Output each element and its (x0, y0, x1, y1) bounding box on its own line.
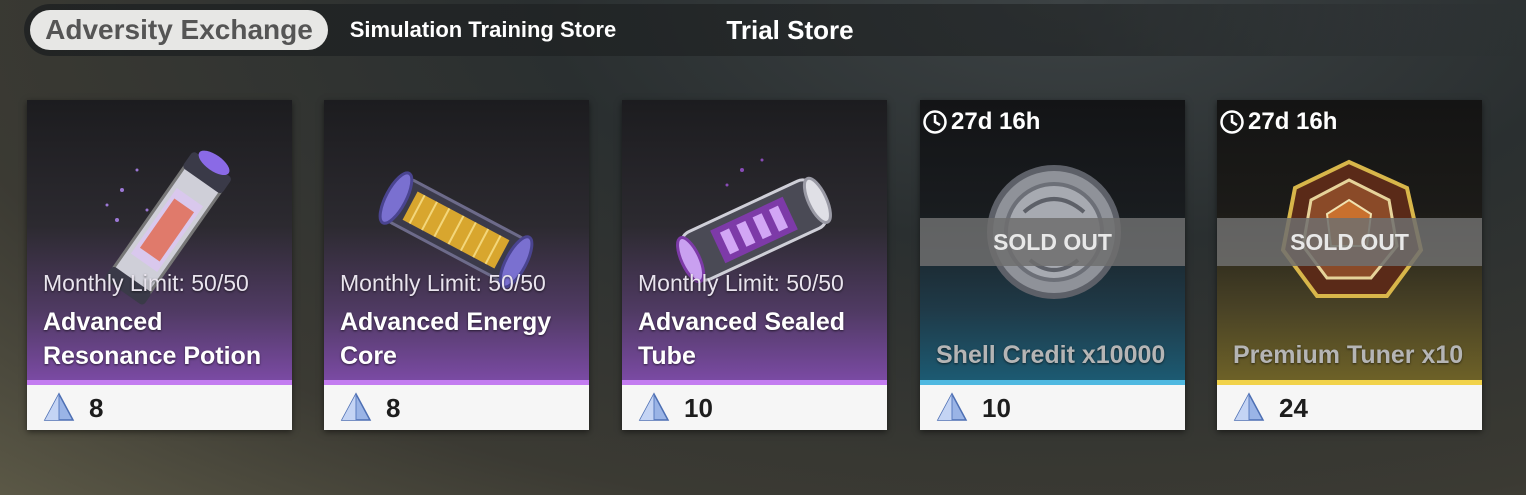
timer-text: 27d 16h (1248, 108, 1338, 135)
item-price: 10 (684, 393, 713, 423)
price-bar: 10 (920, 385, 1185, 430)
clock-icon (923, 110, 947, 134)
monthly-limit-label: Monthly Limit: 50/50 (43, 270, 249, 296)
item-art: Monthly Limit: 50/50 Advanced Energy Cor… (324, 100, 589, 380)
item-name: Premium Tuner x10 (1233, 341, 1464, 369)
item-price: 24 (1279, 393, 1308, 423)
item-price: 8 (89, 393, 104, 423)
tab-adversity-exchange[interactable]: Adversity Exchange (30, 10, 328, 50)
item-art: 27d 16h SOLD OUT Premium Tuner x10 (1217, 100, 1482, 380)
timer-text: 27d 16h (951, 108, 1041, 135)
crystal-pyramid-icon (340, 392, 372, 421)
clock-icon (1220, 110, 1244, 134)
store-tab-bar: Adversity Exchange Simulation Training S… (24, 4, 1524, 56)
crystal-pyramid-icon (43, 392, 75, 421)
item-name: Shell Credit x10000 (936, 341, 1166, 369)
price-bar: 24 (1217, 385, 1482, 430)
sold-out-banner: SOLD OUT (1217, 218, 1482, 266)
shop-item-card[interactable]: Monthly Limit: 50/50 Advanced Resonance … (27, 100, 292, 430)
limited-time-timer: 27d 16h (922, 108, 1040, 136)
item-price: 10 (982, 393, 1011, 423)
price-bar: 8 (324, 385, 589, 430)
item-name: Advanced Resonance Potion (43, 308, 262, 370)
item-name: Advanced Energy Core (340, 308, 552, 370)
sold-out-banner: SOLD OUT (920, 218, 1185, 266)
crystal-pyramid-icon (638, 392, 670, 421)
item-price: 8 (386, 393, 401, 423)
tab-trial-store[interactable]: Trial Store (704, 10, 876, 50)
crystal-pyramid-icon (936, 392, 968, 421)
item-art: 27d 16h SOLD OUT Shell Credit x10000 (920, 100, 1185, 380)
shop-item-card[interactable]: 27d 16h SOLD OUT Premium Tuner x10 24 (1217, 100, 1482, 430)
tab-simulation-training-store[interactable]: Simulation Training Store (342, 10, 624, 50)
shop-item-card[interactable]: 27d 16h SOLD OUT Shell Credit x10000 10 (920, 100, 1185, 430)
item-name: Advanced Sealed Tube (638, 308, 846, 370)
price-bar: 8 (27, 385, 292, 430)
item-art: Monthly Limit: 50/50 Advanced Resonance … (27, 100, 292, 380)
shop-item-card[interactable]: Monthly Limit: 50/50 Advanced Energy Cor… (324, 100, 589, 430)
monthly-limit-label: Monthly Limit: 50/50 (638, 270, 844, 296)
limited-time-timer: 27d 16h (1219, 108, 1337, 136)
price-bar: 10 (622, 385, 887, 430)
shop-item-card[interactable]: Monthly Limit: 50/50 Advanced Sealed Tub… (622, 100, 887, 430)
crystal-pyramid-icon (1233, 392, 1265, 421)
item-art: Monthly Limit: 50/50 Advanced Sealed Tub… (622, 100, 887, 380)
monthly-limit-label: Monthly Limit: 50/50 (340, 270, 546, 296)
